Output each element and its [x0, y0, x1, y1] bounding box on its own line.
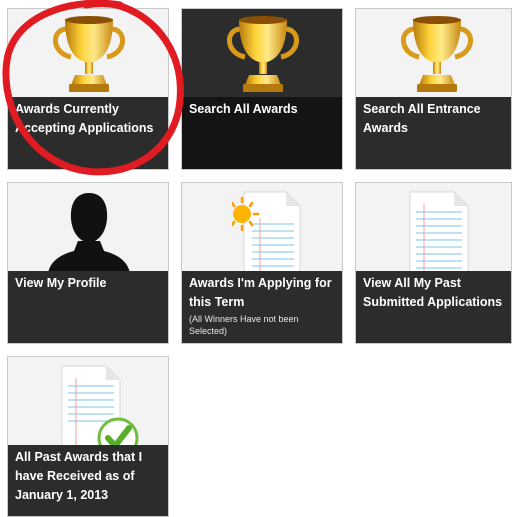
tile-past-awards-received[interactable]: All Past Awards that I have Received as … — [7, 356, 169, 517]
tile-caption: Awards I'm Applying for this Term (All W… — [182, 271, 342, 343]
tile-caption: Search All Entrance Awards — [356, 97, 511, 169]
document-icon — [406, 190, 476, 272]
person-silhouette-icon — [48, 191, 130, 273]
document-sun-icon — [232, 190, 302, 272]
tile-subtitle: (All Winners Have not been Selected) — [189, 314, 299, 336]
tile-title: Search All Entrance Awards — [363, 102, 481, 135]
tile-caption: All Past Awards that I have Received as … — [8, 445, 168, 516]
trophy-icon — [49, 15, 129, 97]
tile-caption: View All My Past Submitted Applications — [356, 271, 511, 343]
tile-awards-currently-accepting[interactable]: Awards Currently Accepting Applications — [7, 8, 169, 170]
tile-view-my-profile[interactable]: View My Profile — [7, 182, 169, 344]
tile-search-all-awards[interactable]: Search All Awards — [181, 8, 343, 170]
tile-search-all-entrance-awards[interactable]: Search All Entrance Awards — [355, 8, 512, 170]
tile-title: View All My Past Submitted Applications — [363, 276, 503, 309]
tile-caption: Search All Awards — [182, 97, 342, 169]
tile-title: Awards I'm Applying for this Term — [189, 276, 332, 309]
tile-caption: Awards Currently Accepting Applications — [8, 97, 168, 169]
tile-title: View My Profile — [15, 276, 107, 290]
tile-title: Awards Currently Accepting Applications — [15, 102, 154, 135]
document-checkmark-icon — [58, 364, 148, 446]
trophy-icon — [223, 15, 303, 97]
tile-title: All Past Awards that I have Received as … — [15, 450, 143, 502]
tile-awards-applying-this-term[interactable]: Awards I'm Applying for this Term (All W… — [181, 182, 343, 344]
tile-view-past-submitted[interactable]: View All My Past Submitted Applications — [355, 182, 512, 344]
tile-title: Search All Awards — [189, 102, 298, 116]
trophy-icon — [397, 15, 477, 97]
tile-caption: View My Profile — [8, 271, 168, 343]
